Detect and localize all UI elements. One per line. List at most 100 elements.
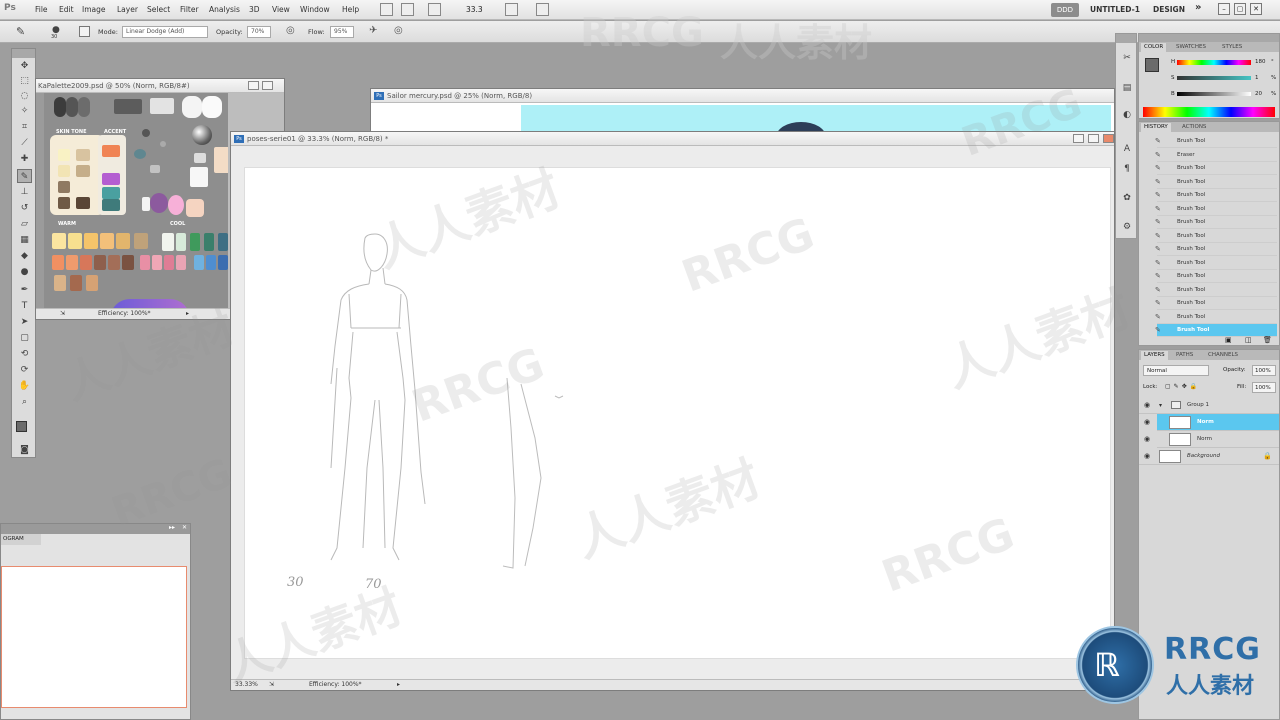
menu-analysis[interactable]: Analysis [209, 5, 240, 14]
layer-norm-selected[interactable]: ◉ Norm [1144, 414, 1279, 431]
brush-tool-icon[interactable]: ✎ [17, 169, 32, 183]
saturation-slider[interactable] [1177, 76, 1251, 80]
visibility-eye-icon[interactable]: ◉ [1144, 431, 1150, 448]
history-state[interactable]: ✎ Brush Tool [1155, 230, 1277, 243]
mode-select[interactable]: Linear Dodge (Add) [122, 26, 208, 38]
restore-button[interactable]: ▢ [1234, 3, 1246, 15]
layers-opacity-field[interactable]: 100% [1252, 365, 1276, 376]
poses-minimize-button[interactable] [1073, 134, 1084, 143]
delete-state-icon[interactable]: 🗑 [1263, 336, 1272, 344]
tab-swatches[interactable]: SWATCHES [1173, 43, 1209, 52]
channel-b-value[interactable]: 20 [1255, 91, 1262, 97]
arrange-documents-icon[interactable] [505, 3, 518, 16]
dodge-tool-icon[interactable]: ● [17, 265, 32, 279]
layer-norm[interactable]: ◉ Norm [1144, 431, 1279, 448]
color-spectrum-bar[interactable] [1143, 107, 1275, 117]
history-state[interactable]: ✎ Brush Tool [1155, 162, 1277, 175]
layer-group-1[interactable]: ◉ ▾ Group 1 [1139, 397, 1279, 414]
workspace-design[interactable]: DESIGN [1153, 5, 1185, 14]
histogram-close-icon[interactable]: ✕ [182, 524, 187, 531]
path-select-tool-icon[interactable]: ➤ [17, 315, 32, 329]
history-brush-icon[interactable]: ↺ [17, 201, 32, 215]
brush-panel-icon[interactable] [79, 26, 90, 37]
brightness-slider[interactable] [1177, 92, 1251, 96]
history-state[interactable]: ✎ Brush Tool [1155, 216, 1277, 229]
gradient-tool-icon[interactable]: ▦ [17, 233, 32, 247]
tab-color[interactable]: COLOR [1141, 43, 1167, 52]
poses-status-icon[interactable]: ⇲ [269, 680, 274, 690]
workspace-untitled[interactable]: UNTITLED-1 [1090, 5, 1140, 14]
screen-mode-icon[interactable] [536, 3, 549, 16]
histogram-icon[interactable]: ▤ [1120, 81, 1134, 95]
poses-status-arrow[interactable]: ▸ [397, 680, 400, 690]
palette-document-title[interactable]: KaPalette2009.psd @ 50% (Norm, RGB/8#) [36, 79, 284, 93]
crop-tool-icon[interactable]: ⌗ [17, 120, 32, 134]
menu-edit[interactable]: Edit [59, 5, 74, 14]
pressure-size-icon[interactable]: ◎ [394, 25, 403, 36]
bridge-icon[interactable] [380, 3, 393, 16]
hue-slider[interactable] [1177, 60, 1251, 65]
palette-status-arrow[interactable]: ▸ [186, 309, 189, 319]
tools-panel-header[interactable] [12, 49, 35, 58]
minimize-button[interactable]: – [1218, 3, 1230, 15]
menu-3d[interactable]: 3D [249, 5, 260, 14]
character-icon[interactable]: A [1120, 142, 1134, 156]
close-button[interactable]: ✕ [1250, 3, 1262, 15]
blend-mode-select[interactable]: Normal [1143, 365, 1209, 376]
new-document-from-state-icon[interactable]: ▣ [1225, 336, 1232, 344]
right-dock-header[interactable] [1139, 34, 1279, 42]
blur-tool-icon[interactable]: ◆ [17, 249, 32, 263]
visibility-eye-icon[interactable]: ◉ [1144, 448, 1150, 465]
minibridge-icon[interactable] [401, 3, 414, 16]
history-state[interactable]: ✎ Brush Tool [1155, 324, 1277, 337]
icon-strip-header[interactable] [1116, 34, 1136, 43]
shape-tool-icon[interactable]: ▢ [17, 331, 32, 345]
flow-field[interactable]: 95% [330, 26, 354, 38]
lasso-tool-icon[interactable]: ◌ [17, 89, 32, 103]
layer-background[interactable]: ◉ Background 🔒 [1139, 448, 1279, 465]
tools-preset-icon[interactable]: ✂ [1120, 51, 1134, 65]
clone-source-icon[interactable]: ⚙ [1120, 220, 1134, 234]
poses-restore-button[interactable] [1088, 134, 1099, 143]
menu-filter[interactable]: Filter [180, 5, 199, 14]
quick-select-tool-icon[interactable]: ✧ [17, 104, 32, 118]
brush-presets-icon[interactable]: ✿ [1120, 191, 1134, 205]
workspace-button[interactable]: DDD [1051, 3, 1079, 17]
view-extras-icon[interactable] [428, 3, 441, 16]
paragraph-icon[interactable]: ¶ [1120, 162, 1134, 176]
menu-image[interactable]: Image [82, 5, 106, 14]
healing-tool-icon[interactable]: ✚ [17, 152, 32, 166]
group-expand-icon[interactable]: ▾ [1159, 397, 1162, 414]
visibility-eye-icon[interactable]: ◉ [1144, 397, 1150, 414]
pressure-opacity-icon[interactable]: ◎ [286, 25, 295, 36]
new-snapshot-icon[interactable]: ◫ [1245, 336, 1252, 344]
history-state[interactable]: ✎ Brush Tool [1155, 243, 1277, 256]
3d-orbit-tool-icon[interactable]: ⟳ [17, 363, 32, 377]
history-state[interactable]: ✎ Eraser [1155, 149, 1277, 162]
tab-channels[interactable]: CHANNELS [1205, 351, 1241, 360]
navigator-icon[interactable]: ◐ [1120, 108, 1134, 122]
history-state[interactable]: ✎ Brush Tool [1155, 284, 1277, 297]
poses-document-titlebar[interactable]: Ps poses-serie01 @ 33.3% (Norm, RGB/8) * [231, 132, 1114, 146]
quick-mask-icon[interactable]: ◙ [17, 443, 32, 457]
menu-view[interactable]: View [272, 5, 290, 14]
visibility-eye-icon[interactable]: ◉ [1144, 414, 1150, 431]
menu-select[interactable]: Select [147, 5, 170, 14]
menu-layer[interactable]: Layer [117, 5, 138, 14]
menu-window[interactable]: Window [300, 5, 330, 14]
histogram-panel-header[interactable]: ▸▸ ✕ [1, 524, 190, 534]
3d-rotate-tool-icon[interactable]: ⟲ [17, 347, 32, 361]
menu-help[interactable]: Help [342, 5, 359, 14]
channel-h-value[interactable]: 180 [1255, 59, 1266, 65]
more-workspaces-icon[interactable]: » [1195, 2, 1201, 13]
tab-styles[interactable]: STYLES [1219, 43, 1245, 52]
hand-tool-icon[interactable]: ✋ [17, 379, 32, 393]
lock-icons[interactable]: ▢✎✥🔒 [1165, 383, 1200, 390]
poses-close-button[interactable] [1103, 134, 1114, 143]
tab-history[interactable]: HISTORY [1141, 123, 1171, 132]
zoom-level[interactable]: 33.3 [466, 5, 483, 14]
poses-zoom-readout[interactable]: 33.33% [235, 680, 258, 690]
move-tool-icon[interactable]: ✥ [17, 59, 32, 73]
tab-layers[interactable]: LAYERS [1141, 351, 1168, 360]
channel-s-value[interactable]: 1 [1255, 75, 1259, 81]
